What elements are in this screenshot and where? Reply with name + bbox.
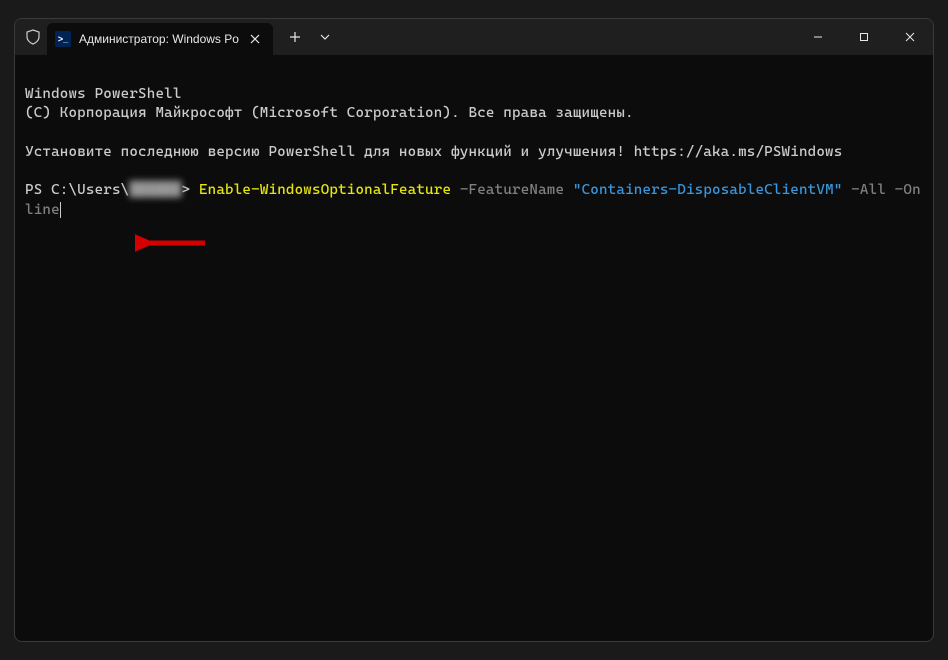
output-line: Windows PowerShell (25, 85, 923, 105)
close-button[interactable] (887, 19, 933, 55)
prompt-path: PS C:\Users\ (25, 182, 129, 198)
prompt-suffix: > (182, 182, 199, 198)
output-line: Установите последнюю версию PowerShell д… (25, 143, 923, 163)
cmd-param: -FeatureName (451, 182, 573, 198)
powershell-icon: >_ (55, 31, 71, 47)
cmdlet-name: Enable-WindowsOptionalFeature (199, 182, 451, 198)
tab-active[interactable]: >_ Администратор: Windows Po (47, 23, 273, 55)
terminal-content[interactable]: Windows PowerShell(C) Корпорация Майкрос… (15, 55, 933, 641)
maximize-button[interactable] (841, 19, 887, 55)
tab-dropdown-button[interactable] (313, 21, 337, 53)
tab-title: Администратор: Windows Po (79, 32, 245, 46)
titlebar[interactable]: >_ Администратор: Windows Po (15, 19, 933, 55)
minimize-button[interactable] (795, 19, 841, 55)
annotation-arrow-icon (135, 228, 215, 258)
tab-close-button[interactable] (245, 29, 265, 49)
cmd-param: -All (842, 182, 894, 198)
terminal-window: >_ Администратор: Windows Po Windows Pow… (14, 18, 934, 642)
cmd-string: "Containers-DisposableClientVM" (573, 182, 843, 198)
output-line: (C) Корпорация Майкрософт (Microsoft Cor… (25, 104, 923, 124)
new-tab-button[interactable] (279, 21, 311, 53)
shield-icon (25, 29, 41, 45)
window-controls (795, 19, 933, 55)
prompt-user-redacted: ██████ (129, 181, 181, 201)
text-cursor (60, 202, 61, 218)
command-line: PS C:\Users\██████> Enable-WindowsOption… (25, 181, 923, 220)
